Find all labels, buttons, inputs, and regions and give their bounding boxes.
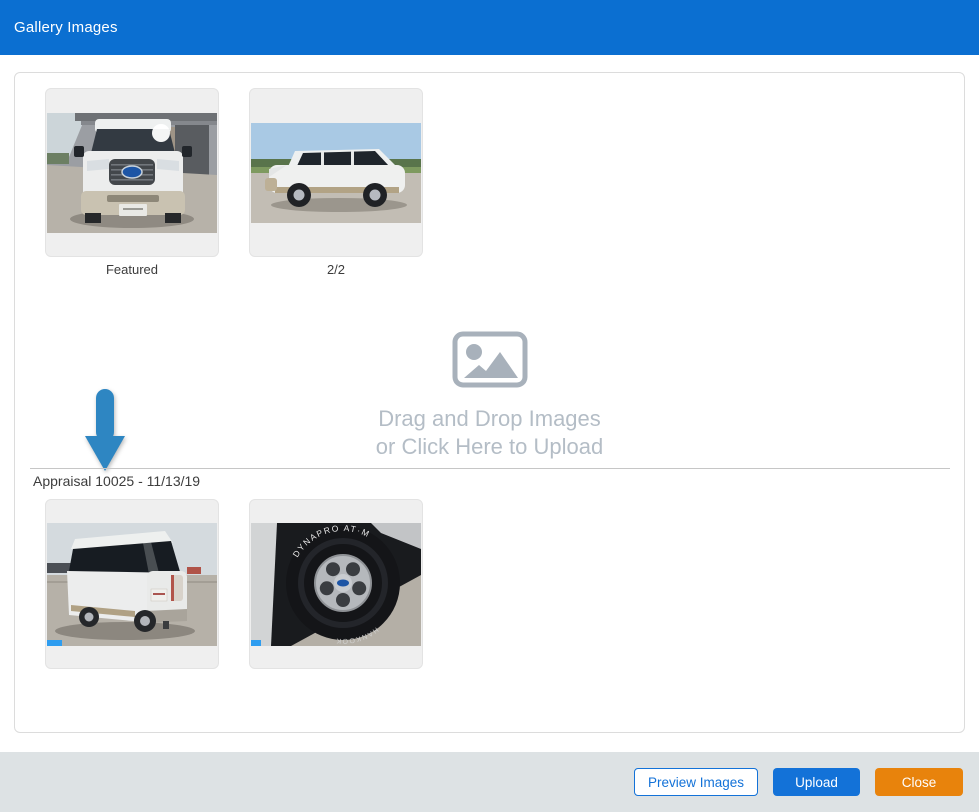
photo-suv-front bbox=[47, 113, 217, 233]
gallery-panel: Featured bbox=[14, 72, 965, 733]
uploading-thumbnail-rear[interactable] bbox=[45, 499, 219, 669]
upload-progress-bar bbox=[251, 640, 266, 646]
gallery-thumbnail-2of2[interactable]: 2/2 bbox=[249, 88, 423, 277]
thumbnail-card[interactable] bbox=[45, 88, 219, 257]
upload-dropzone[interactable]: Drag and Drop Images or Click Here to Up… bbox=[15, 331, 964, 461]
gallery-images-modal: Gallery Images bbox=[0, 0, 979, 812]
dropzone-line2: or Click Here to Upload bbox=[15, 433, 964, 461]
thumbnail-card[interactable] bbox=[45, 499, 219, 669]
thumbnail-card[interactable] bbox=[249, 88, 423, 257]
upload-button[interactable]: Upload bbox=[773, 768, 860, 796]
dropzone-text: Drag and Drop Images or Click Here to Up… bbox=[15, 405, 964, 461]
thumbnail-card[interactable]: DYNAPRO AT·M HANKOOK bbox=[249, 499, 423, 669]
photo-suv-side bbox=[251, 123, 421, 223]
dropzone-line1: Drag and Drop Images bbox=[15, 405, 964, 433]
modal-header: Gallery Images bbox=[0, 0, 979, 55]
footer-bar: Preview Images Upload Close bbox=[0, 752, 979, 812]
preview-images-button[interactable]: Preview Images bbox=[634, 768, 758, 796]
photo-wrap: DYNAPRO AT·M HANKOOK bbox=[251, 523, 421, 646]
appraisal-group-label: Appraisal 10025 - 11/13/19 bbox=[33, 473, 200, 489]
photo-wheel-closeup: DYNAPRO AT·M HANKOOK bbox=[251, 523, 421, 646]
thumbnail-label-featured: Featured bbox=[45, 262, 219, 277]
photo-wrap bbox=[47, 523, 217, 646]
image-placeholder-icon bbox=[452, 331, 528, 393]
uploading-thumbnail-wheel[interactable]: DYNAPRO AT·M HANKOOK bbox=[249, 499, 423, 669]
modal-title: Gallery Images bbox=[14, 19, 118, 36]
photo-suv-rear bbox=[47, 523, 217, 646]
upload-progress-bar bbox=[47, 640, 62, 646]
thumbnail-label-count: 2/2 bbox=[249, 262, 423, 277]
gallery-thumbnail-featured[interactable]: Featured bbox=[45, 88, 219, 277]
close-button[interactable]: Close bbox=[875, 768, 963, 796]
section-divider bbox=[30, 468, 950, 469]
annotation-down-arrow-icon bbox=[85, 388, 125, 472]
